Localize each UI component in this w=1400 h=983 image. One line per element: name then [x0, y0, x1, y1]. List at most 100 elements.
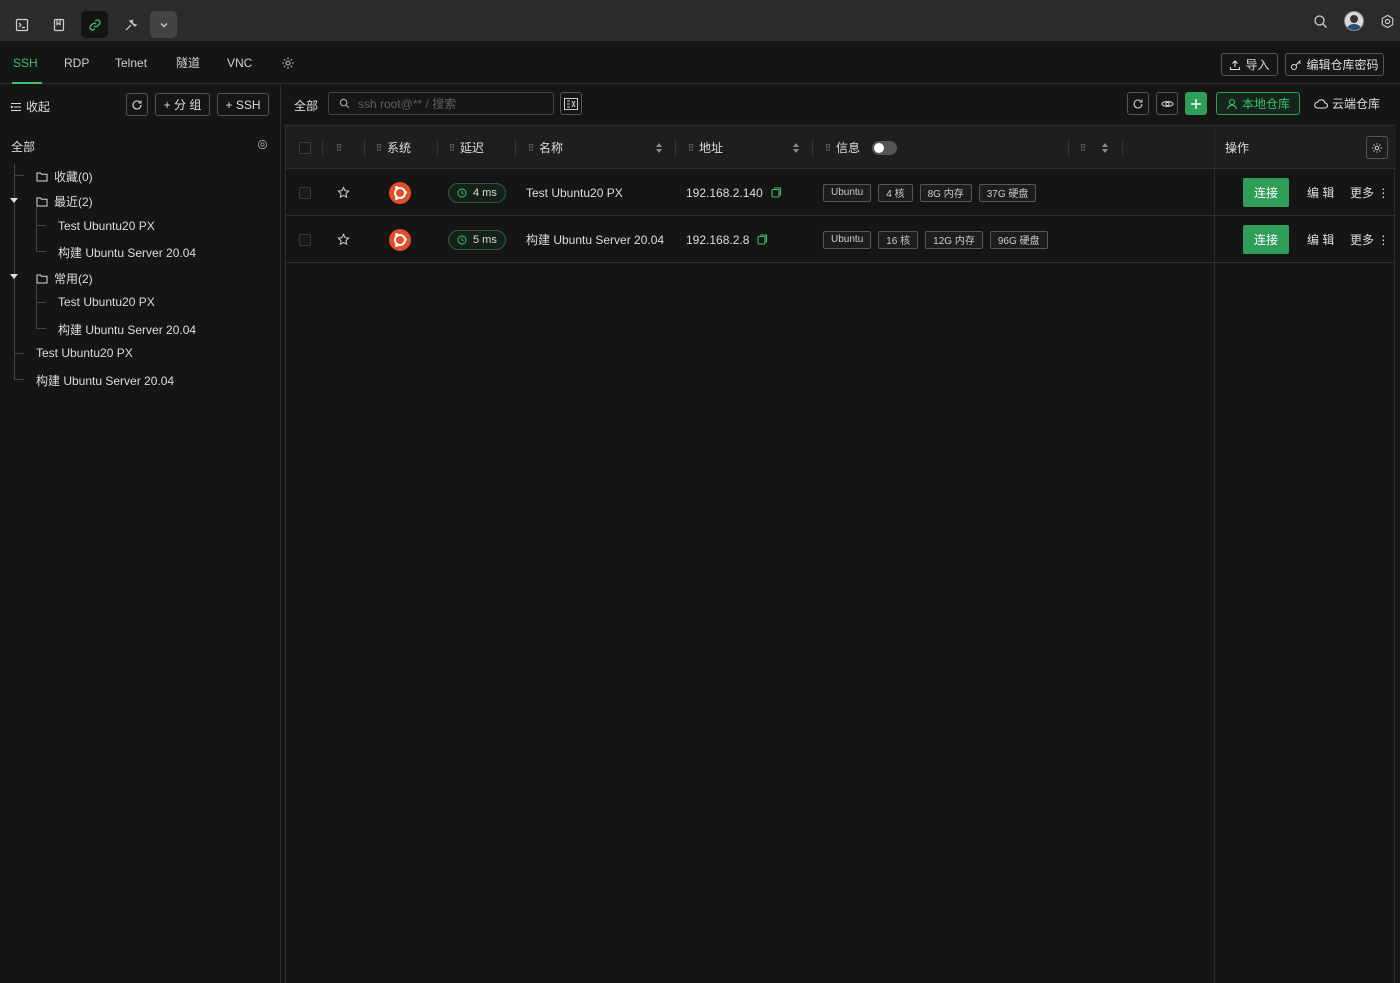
tree-item[interactable]: Test Ubuntu20 PX	[36, 346, 133, 360]
caret-down-icon[interactable]	[10, 274, 18, 279]
eye-button[interactable]	[1156, 92, 1178, 115]
tag: 16 核	[878, 230, 919, 249]
row-checkbox[interactable]	[299, 216, 311, 263]
connect-button[interactable]: 连接	[1243, 169, 1289, 216]
sort-extra-icon[interactable]	[1098, 126, 1108, 169]
refresh-tree-button[interactable]	[126, 93, 148, 116]
tab-settings-icon[interactable]	[281, 56, 295, 73]
edit-password-label: 编辑仓库密码	[1306, 58, 1379, 72]
drag-handle-icon[interactable]: ⁝⁝	[528, 141, 534, 154]
tree-folder-common[interactable]: 常用(2)	[36, 270, 93, 287]
cloud-icon	[1314, 99, 1328, 109]
plus-icon	[1191, 98, 1201, 109]
more-button[interactable]: 更多 ⋮	[1350, 216, 1389, 263]
sort-address-icon[interactable]	[789, 126, 799, 169]
drag-handle-icon[interactable]: ⁝⁝	[336, 126, 342, 169]
copy-icon[interactable]	[771, 187, 782, 198]
edit-button[interactable]: 编 辑	[1307, 216, 1334, 263]
import-button[interactable]: 导入	[1221, 53, 1278, 76]
host-table: ⁝⁝ ⁝⁝ 系统 ⁝⁝ 延迟 ⁝⁝ 名称 ⁝⁝ 地址 ⁝⁝ 信息 ⁝⁝ 操作 4 ms T…	[285, 125, 1396, 983]
tree-item[interactable]: 构建 Ubuntu Server 20.04	[58, 321, 196, 338]
info-tags: Ubuntu 4 核 8G 内存 37G 硬盘	[823, 169, 1043, 216]
latency-badge: 5 ms	[448, 216, 506, 263]
host-name: 构建 Ubuntu Server 20.04	[526, 233, 665, 247]
tree-folder-favorites[interactable]: 收藏(0)	[36, 168, 93, 185]
select-all-checkbox[interactable]	[299, 126, 311, 169]
search-icon[interactable]	[1309, 10, 1331, 32]
column-separator	[515, 139, 516, 157]
column-separator	[675, 139, 676, 157]
tree-item[interactable]: 构建 Ubuntu Server 20.04	[36, 372, 174, 389]
add-ssh-button[interactable]: + SSH	[217, 93, 269, 116]
local-repo-button[interactable]: 本地仓库	[1216, 92, 1300, 115]
terminal-icon[interactable]	[8, 11, 35, 38]
protocol-tabs: SSH RDP Telnet 隧道 VNC 导入 编辑仓库密码	[0, 41, 1400, 84]
extra-column-drag-handle-icon[interactable]: ⁝⁝	[1080, 126, 1086, 169]
sort-name-icon[interactable]	[652, 126, 662, 169]
tree-line	[14, 164, 15, 379]
tab-telnet[interactable]: Telnet	[115, 41, 147, 84]
row-checkbox[interactable]	[299, 169, 311, 216]
tab-rdp[interactable]: RDP	[64, 41, 89, 84]
tree-settings-icon[interactable]	[257, 139, 268, 153]
add-host-button[interactable]	[1185, 92, 1207, 115]
drag-handle-icon[interactable]: ⁝⁝	[449, 141, 455, 154]
user-icon	[1226, 98, 1238, 109]
tree-all[interactable]: 全部	[11, 138, 35, 155]
tab-vnc[interactable]: VNC	[227, 41, 252, 84]
latency-badge: 4 ms	[448, 169, 506, 216]
tools-icon[interactable]	[117, 11, 144, 38]
edit-button[interactable]: 编 辑	[1307, 169, 1334, 216]
title-bar	[0, 0, 1400, 41]
info-toggle[interactable]	[872, 140, 898, 155]
link-icon[interactable]	[81, 11, 108, 38]
more-button[interactable]: 更多 ⋮	[1350, 169, 1389, 216]
chevron-down-icon[interactable]	[150, 11, 177, 38]
column-address[interactable]: ⁝⁝ 地址	[688, 126, 723, 169]
refresh-icon	[1133, 98, 1143, 108]
caret-down-icon[interactable]	[10, 198, 18, 203]
terminal-view-icon[interactable]	[560, 92, 582, 115]
tree-line	[36, 302, 46, 303]
search-box[interactable]	[328, 92, 554, 115]
star-icon[interactable]	[337, 216, 350, 263]
drag-handle-icon[interactable]: ⁝⁝	[825, 141, 831, 154]
tree-folder-label: 收藏(0)	[54, 170, 93, 184]
avatar[interactable]	[1343, 10, 1365, 32]
bookmark-icon[interactable]	[45, 11, 72, 38]
column-separator	[322, 139, 323, 157]
connect-button[interactable]: 连接	[1243, 216, 1289, 263]
tree-item[interactable]: Test Ubuntu20 PX	[58, 295, 155, 309]
star-icon[interactable]	[337, 169, 350, 216]
column-separator	[364, 139, 365, 157]
tree-item[interactable]: 构建 Ubuntu Server 20.04	[58, 244, 196, 261]
column-latency[interactable]: ⁝⁝ 延迟	[449, 126, 484, 169]
drag-handle-icon[interactable]: ⁝⁝	[376, 141, 382, 154]
edit-repo-password-button[interactable]: 编辑仓库密码	[1285, 53, 1384, 76]
tree-item[interactable]: Test Ubuntu20 PX	[58, 219, 155, 233]
search-input[interactable]	[358, 96, 538, 111]
latency-value: 5 ms	[473, 233, 497, 246]
refresh-button[interactable]	[1127, 92, 1149, 115]
table-row[interactable]: 5 ms 构建 Ubuntu Server 20.04 192.168.2.8 …	[286, 216, 1396, 263]
upload-icon	[1230, 59, 1241, 70]
table-row[interactable]: 4 ms Test Ubuntu20 PX 192.168.2.140 Ubun…	[286, 169, 1396, 216]
tab-ssh[interactable]: SSH	[12, 41, 42, 84]
settings-icon[interactable]	[1376, 10, 1398, 32]
tree-folder-recent[interactable]: 最近(2)	[36, 193, 93, 210]
tag: 4 核	[878, 183, 913, 202]
collapse-button[interactable]: 收起	[10, 98, 50, 115]
column-separator	[437, 139, 438, 157]
tree-line	[36, 251, 46, 252]
add-group-button[interactable]: + 分 组	[155, 93, 210, 116]
drag-handle-icon[interactable]: ⁝⁝	[688, 141, 694, 154]
import-label: 导入	[1245, 58, 1270, 72]
tab-tunnel[interactable]: 隧道	[176, 41, 200, 84]
ubuntu-icon	[389, 216, 411, 263]
column-info[interactable]: ⁝⁝ 信息	[825, 126, 898, 169]
copy-icon[interactable]	[757, 234, 768, 245]
column-system[interactable]: ⁝⁝ 系统	[376, 126, 411, 169]
host-name: Test Ubuntu20 PX	[526, 185, 623, 200]
column-name[interactable]: ⁝⁝ 名称	[528, 126, 563, 169]
cloud-repo-button[interactable]: 云端仓库	[1314, 92, 1380, 115]
